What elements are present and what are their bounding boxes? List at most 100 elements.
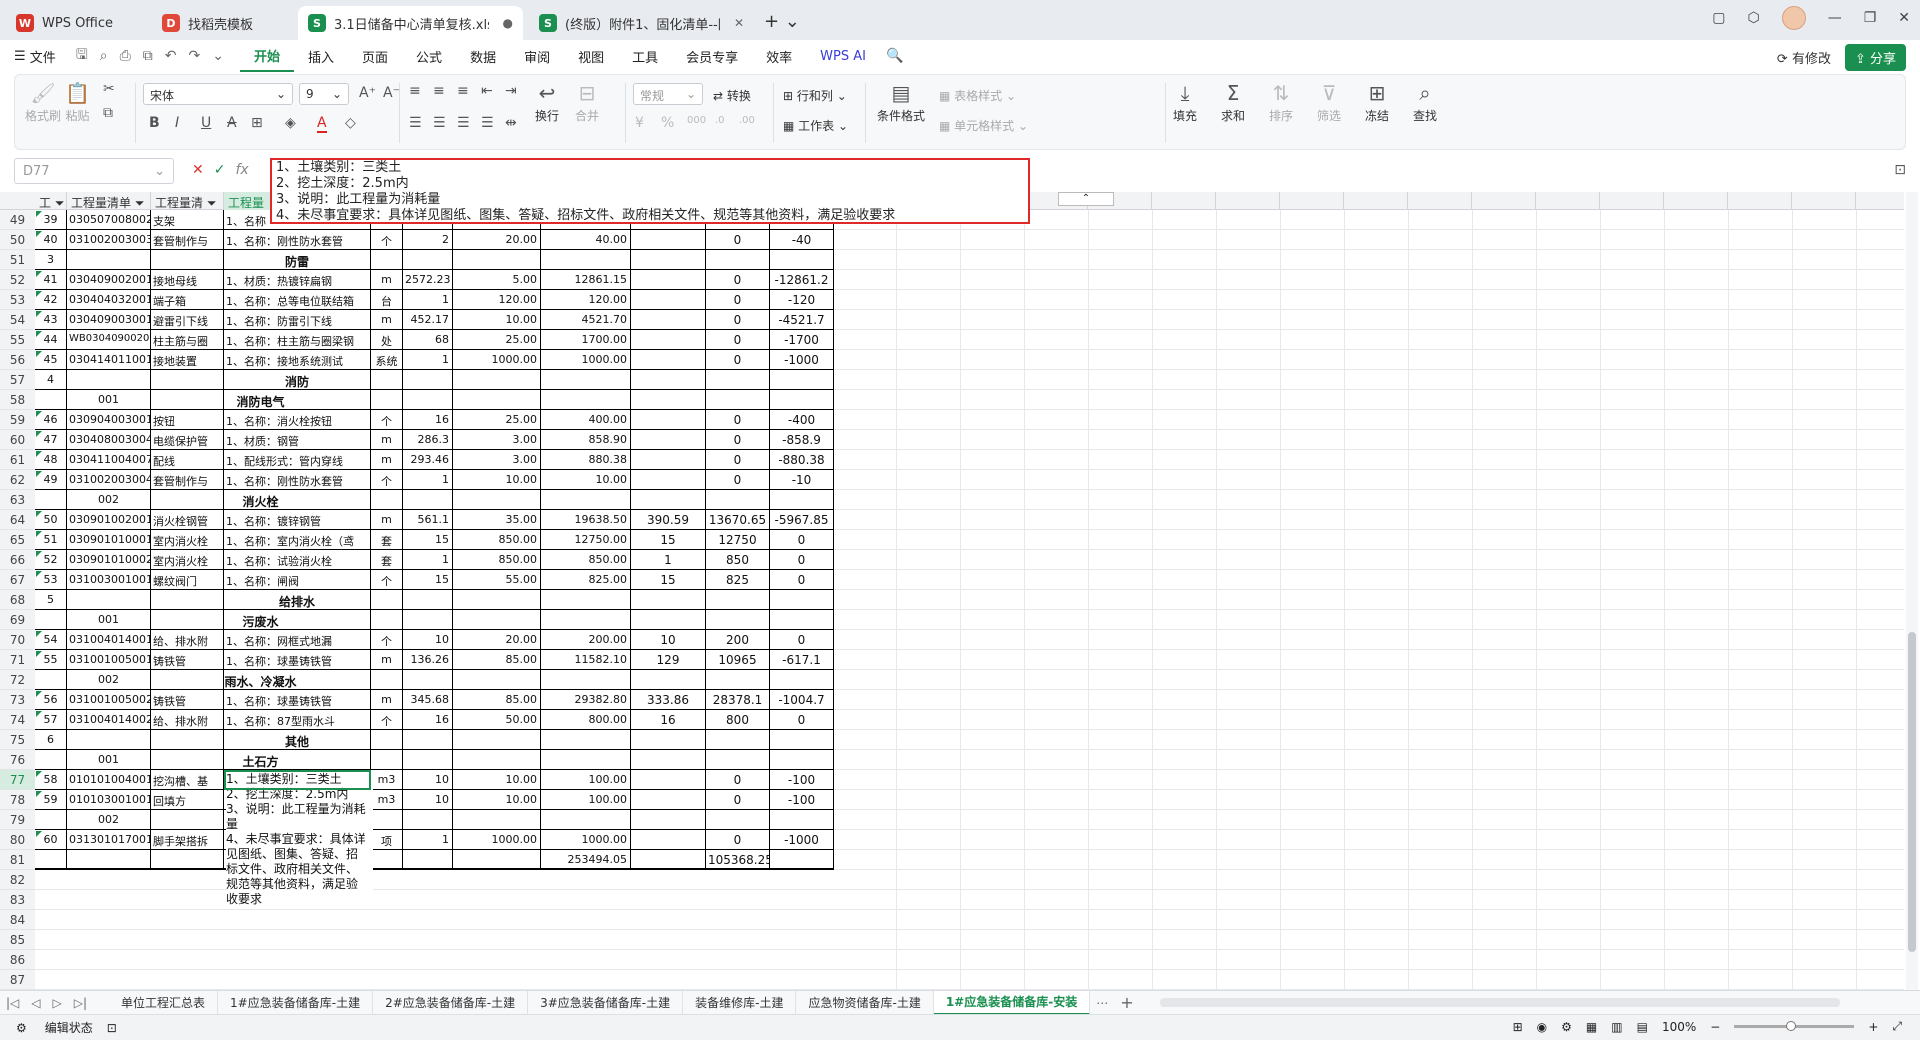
table-cell[interactable]: 800 bbox=[706, 710, 770, 730]
table-cell[interactable] bbox=[631, 330, 706, 350]
table-cell[interactable] bbox=[770, 850, 834, 870]
eye-icon[interactable]: ◉ bbox=[1537, 1020, 1547, 1034]
table-cell[interactable]: 031002003003 bbox=[67, 230, 151, 250]
section-title[interactable]: 给排水 bbox=[224, 590, 371, 610]
table-cell[interactable]: 030901010001 bbox=[67, 530, 151, 550]
strikethrough-icon[interactable]: A bbox=[227, 115, 237, 131]
table-cell[interactable]: 0 bbox=[706, 430, 770, 450]
table-cell[interactable]: 136.26 bbox=[403, 650, 453, 670]
table-cell[interactable] bbox=[541, 750, 631, 770]
table-cell[interactable]: 接地装置 bbox=[151, 350, 224, 370]
new-tab-icon[interactable]: + ⌄ bbox=[764, 11, 800, 32]
section-title[interactable]: 防雷 bbox=[224, 250, 371, 270]
freeze-button[interactable]: ⊞ 冻结 bbox=[1365, 81, 1389, 124]
table-cell[interactable]: 6 bbox=[35, 730, 67, 750]
table-cell[interactable]: 0 bbox=[770, 530, 834, 550]
table-cell[interactable] bbox=[706, 810, 770, 830]
column-header[interactable] bbox=[1280, 192, 1344, 210]
table-cell[interactable]: 001 bbox=[67, 390, 151, 410]
table-cell[interactable]: 1 bbox=[403, 830, 453, 850]
item-description[interactable]: 1、名称：87型雨水斗 bbox=[224, 710, 371, 730]
table-cell[interactable]: 室内消火栓 bbox=[151, 530, 224, 550]
table-cell[interactable]: 19638.50 bbox=[541, 510, 631, 530]
table-cell[interactable]: 0 bbox=[706, 330, 770, 350]
table-cell[interactable]: 0 bbox=[770, 630, 834, 650]
table-cell[interactable] bbox=[453, 490, 541, 510]
table-cell[interactable]: 螺纹阀门 bbox=[151, 570, 224, 590]
table-cell[interactable]: 消火栓钢管 bbox=[151, 510, 224, 530]
table-cell[interactable]: 1 bbox=[403, 550, 453, 570]
table-cell[interactable]: -400 bbox=[770, 410, 834, 430]
row-header[interactable]: 73 bbox=[0, 690, 35, 710]
currency-icon[interactable]: ¥ bbox=[635, 115, 644, 131]
name-box[interactable]: D77 ⌄ bbox=[14, 158, 174, 184]
font-grow-icon[interactable]: A⁺ bbox=[359, 85, 376, 101]
row-header[interactable]: 58 bbox=[0, 390, 35, 410]
table-cell[interactable]: 处 bbox=[371, 330, 403, 350]
table-cell[interactable] bbox=[151, 250, 224, 270]
row-header[interactable]: 86 bbox=[0, 950, 35, 970]
item-description[interactable]: 1、名称：刚性防水套管 bbox=[224, 470, 371, 490]
table-cell[interactable]: 1000.00 bbox=[541, 830, 631, 850]
item-description[interactable]: 1、名称：室内消火栓（鸢 bbox=[224, 530, 371, 550]
table-cell[interactable] bbox=[371, 670, 403, 690]
d77-overflow-text[interactable]: 1、土壤类别：三类土 2、挖土深度：2.5m内 3、说明：此工程量为消耗 量 4… bbox=[226, 772, 373, 907]
table-cell[interactable] bbox=[706, 730, 770, 750]
wrap-text-button[interactable]: ↩ 换行 bbox=[535, 81, 559, 124]
table-cell[interactable] bbox=[770, 610, 834, 630]
table-cell[interactable]: 柱主筋与圈 bbox=[151, 330, 224, 350]
table-cell[interactable]: 40.00 bbox=[541, 230, 631, 250]
table-cell[interactable] bbox=[770, 670, 834, 690]
table-cell[interactable]: 031001005002 bbox=[67, 690, 151, 710]
table-cell[interactable]: 挖沟槽、基 bbox=[151, 770, 224, 790]
table-cell[interactable] bbox=[631, 250, 706, 270]
column-header[interactable] bbox=[1216, 192, 1280, 210]
table-cell[interactable] bbox=[770, 810, 834, 830]
table-cell[interactable]: 800.00 bbox=[541, 710, 631, 730]
convert-button[interactable]: ⇄ 转换 bbox=[713, 87, 751, 104]
row-header[interactable]: 56 bbox=[0, 350, 35, 370]
table-cell[interactable] bbox=[403, 250, 453, 270]
table-cell[interactable]: -5967.85 bbox=[770, 510, 834, 530]
align-right-icon[interactable]: ☰ bbox=[457, 115, 470, 131]
item-description[interactable]: 1、名称：球墨铸铁管 bbox=[224, 690, 371, 710]
table-cell[interactable]: m bbox=[371, 450, 403, 470]
vertical-scrollbar[interactable] bbox=[1906, 192, 1918, 990]
last-sheet-icon[interactable]: ▷| bbox=[68, 996, 93, 1010]
table-cell[interactable]: 030901010002 bbox=[67, 550, 151, 570]
sum-button[interactable]: Σ 求和 bbox=[1221, 81, 1245, 124]
table-cell[interactable] bbox=[151, 850, 224, 870]
spreadsheet-grid[interactable]: 工 ⏷ 工程量清单 ⏷ 工程量清 ⏷ 工程量 49 39 030507008002 支架 1、… bbox=[0, 192, 1904, 990]
table-cell[interactable]: 个 bbox=[371, 230, 403, 250]
filter-button[interactable]: ⊽ 筛选 bbox=[1317, 81, 1341, 124]
table-cell[interactable]: 10.00 bbox=[453, 470, 541, 490]
table-cell[interactable]: 825.00 bbox=[541, 570, 631, 590]
table-cell[interactable] bbox=[541, 250, 631, 270]
sheet-tab[interactable]: 1#应急装备储备库-土建 bbox=[218, 990, 374, 1015]
table-cell[interactable] bbox=[35, 850, 67, 870]
page-break-view-icon[interactable]: ▥ bbox=[1611, 1020, 1622, 1034]
document-tab[interactable]: S 3.1日储备中心清单复核.xlsx ● bbox=[298, 6, 523, 40]
table-cell[interactable]: m bbox=[371, 690, 403, 710]
zoom-out-icon[interactable]: − bbox=[1710, 1020, 1720, 1034]
item-description[interactable]: 1、名称：网框式地漏 bbox=[224, 630, 371, 650]
table-cell[interactable]: 100.00 bbox=[541, 770, 631, 790]
row-header[interactable]: 75 bbox=[0, 730, 35, 750]
table-cell[interactable]: 10 bbox=[403, 770, 453, 790]
table-cell[interactable]: 452.17 bbox=[403, 310, 453, 330]
table-cell[interactable]: 333.86 bbox=[631, 690, 706, 710]
section-title[interactable]: 消火栓 bbox=[151, 490, 371, 510]
column-header[interactable] bbox=[1664, 192, 1728, 210]
column-header[interactable] bbox=[1408, 192, 1472, 210]
table-cell[interactable]: 293.46 bbox=[403, 450, 453, 470]
section-title[interactable]: 消防电气 bbox=[151, 390, 371, 410]
align-left-icon[interactable]: ☰ bbox=[409, 115, 422, 131]
table-cell[interactable]: 按钮 bbox=[151, 410, 224, 430]
table-cell[interactable]: 286.3 bbox=[403, 430, 453, 450]
table-cell[interactable] bbox=[403, 390, 453, 410]
table-cell[interactable] bbox=[453, 590, 541, 610]
align-top-icon[interactable]: ≡ bbox=[409, 83, 421, 99]
column-header[interactable] bbox=[1536, 192, 1600, 210]
table-cell[interactable]: 0 bbox=[706, 470, 770, 490]
formula-input[interactable]: 1、土壤类别：三类土 2、挖土深度：2.5m内 3、说明：此工程量为消耗量 4、… bbox=[270, 158, 1030, 224]
